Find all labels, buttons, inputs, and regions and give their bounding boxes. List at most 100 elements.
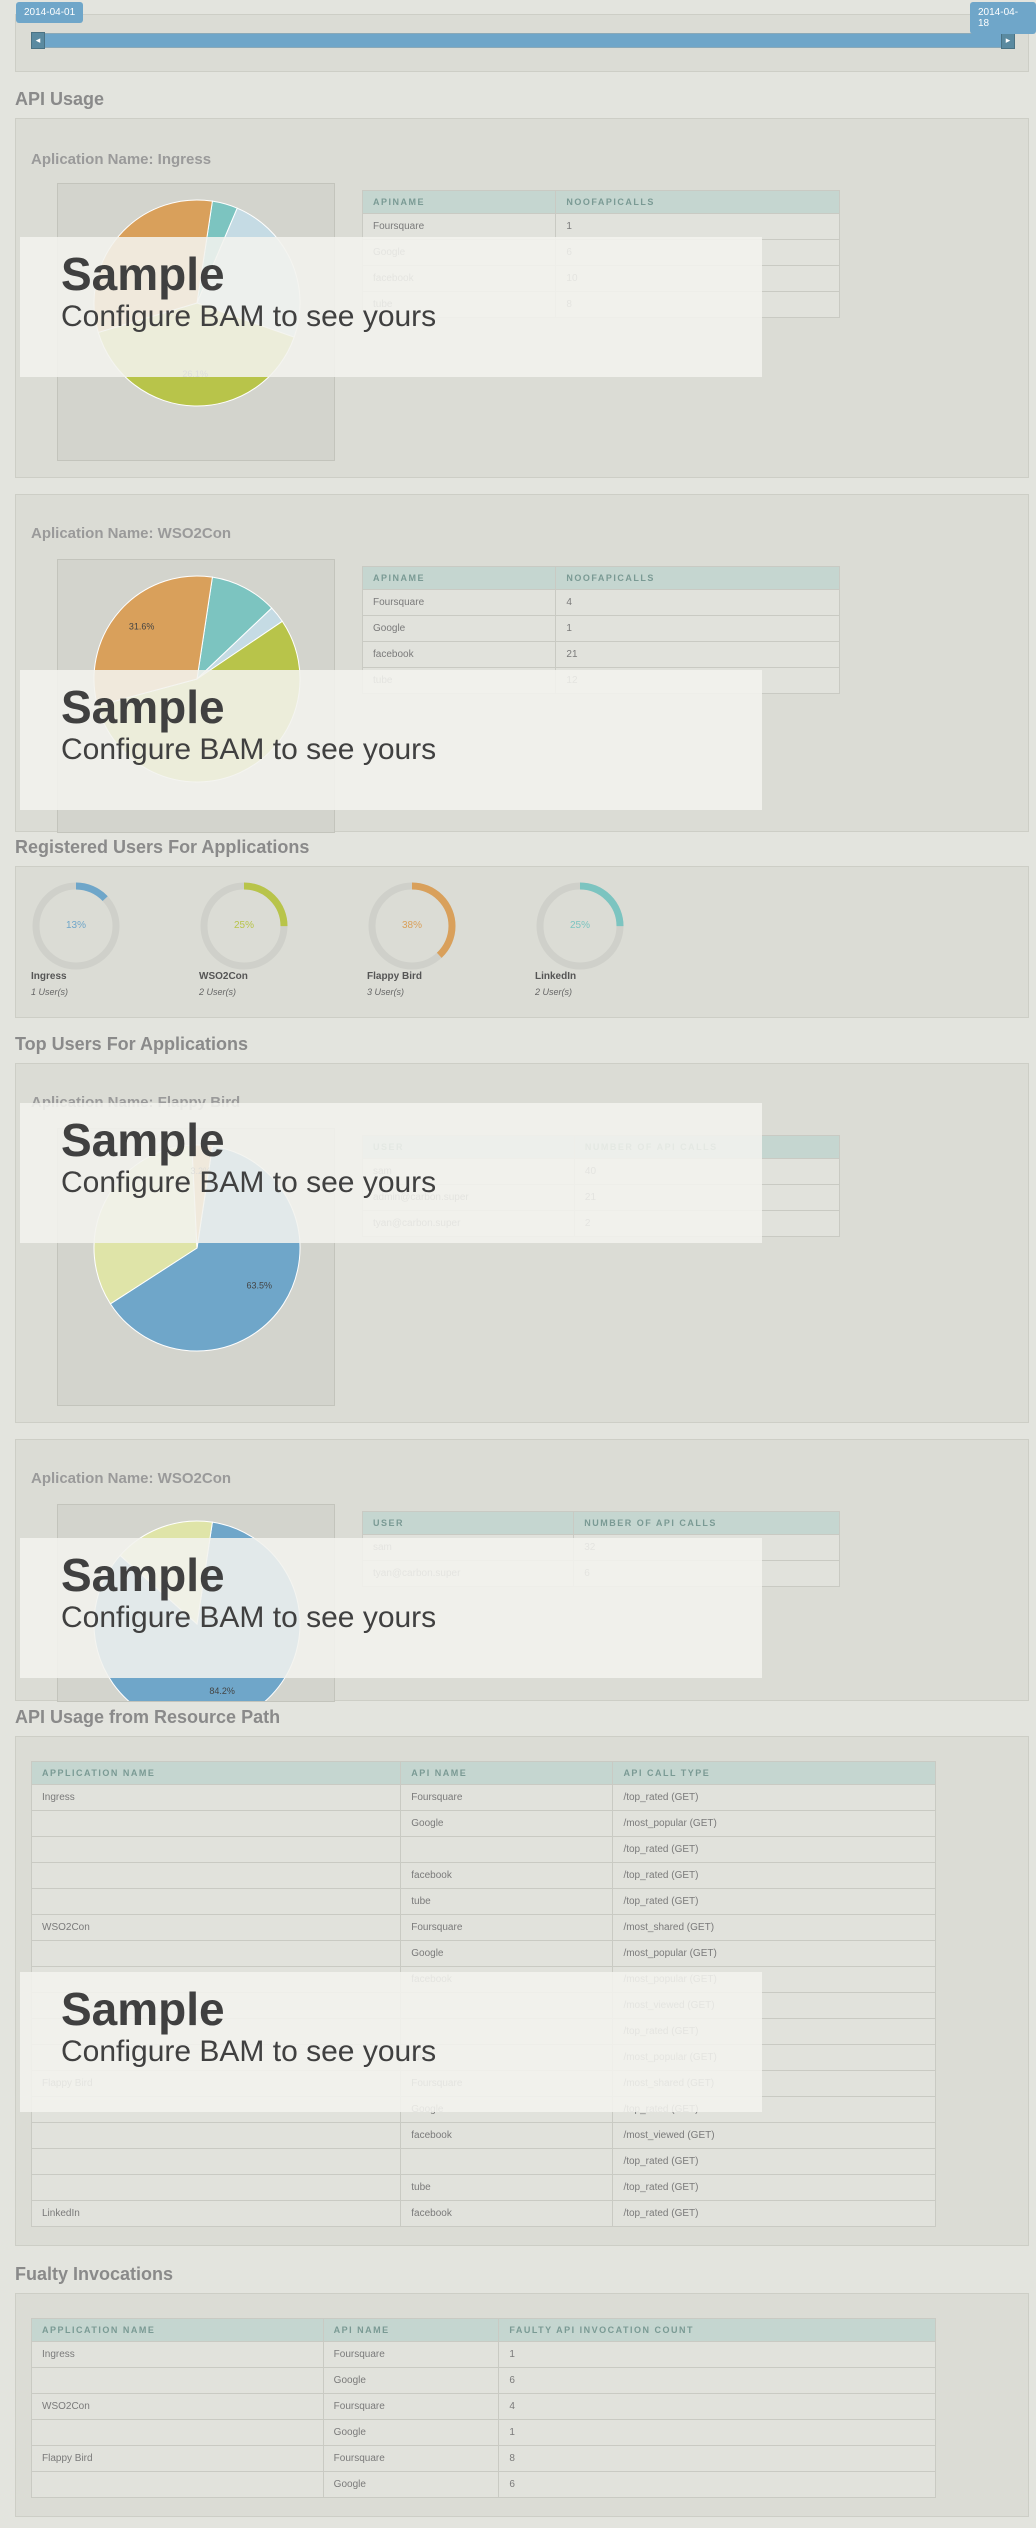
registered-users-panel: 13% Ingress 1 User(s) 25% WSO2Con 2 User(s) 38… [15, 866, 1029, 1018]
sample-overlay: Sample Configure BAM to see yours [20, 1103, 762, 1243]
table-cell: Flappy Bird [31, 2445, 324, 2472]
table-cell: tube [400, 1888, 614, 1915]
table-cell [30, 1810, 402, 1837]
slider-end-handle[interactable]: ▸ [1001, 32, 1015, 49]
table-cell: 1 [555, 615, 840, 642]
pie-label: 84.2% [209, 1686, 235, 1696]
table-cell [30, 2122, 402, 2149]
table-row: LinkedIn facebook/top_rated (GET) [30, 2200, 936, 2227]
date-range-slider[interactable] [32, 33, 1014, 48]
table-row: Google/most_popular (GET) [30, 1940, 936, 1967]
slider-start-handle[interactable]: ◂ [31, 32, 45, 49]
section-title-registered-users: Registered Users For Applications [15, 837, 310, 857]
table-cell: Ingress [31, 2341, 324, 2368]
table-cell: 4 [555, 589, 840, 616]
column-header: NUMBER OF API CALLS [573, 1511, 840, 1535]
table-cell: /top_rated (GET) [612, 2200, 936, 2227]
app-name: WSO2Con [199, 971, 248, 982]
table-cell: /top_rated (GET) [612, 1888, 936, 1915]
table-cell: /most_shared (GET) [612, 1914, 936, 1941]
donut-percent: 25% [569, 920, 590, 931]
pie-label: 31.6% [129, 622, 155, 632]
table-cell: 6 [498, 2471, 936, 2498]
app-name: LinkedIn [535, 971, 577, 982]
table-cell: Foursquare [322, 2393, 500, 2420]
column-header: FAULTY API INVOCATION COUNT [498, 2318, 936, 2342]
column-header: API CALL TYPE [612, 1761, 936, 1785]
table-cell: Google [322, 2419, 500, 2446]
section-title-faulty: Fualty Invocations [15, 2264, 174, 2284]
table-cell: facebook [400, 1862, 614, 1889]
table-cell [31, 2471, 324, 2498]
table-row: Ingress Foursquare 1 [31, 2341, 936, 2368]
table-row: Foursquare 1 [361, 213, 840, 240]
table-cell: Foursquare [322, 2341, 500, 2368]
app-name: Ingress [31, 971, 67, 982]
donut-percent: 38% [401, 920, 422, 931]
table-cell: Foursquare [400, 1914, 614, 1941]
sample-overlay: Sample Configure BAM to see yours [20, 1538, 762, 1678]
table-row: facebook/most_viewed (GET) [30, 2122, 936, 2149]
table-cell: 1 [498, 2341, 936, 2368]
table-row: Google6 [31, 2367, 936, 2394]
slider-start-label: 2014-04-01 [16, 2, 84, 23]
table-cell [30, 1836, 402, 1863]
sample-overlay: Sample Configure BAM to see yours [20, 1972, 762, 2112]
slider-end-label: 2014-04-18 [970, 2, 1036, 34]
column-header: USER [361, 1511, 575, 1535]
column-header: APINAME [361, 566, 557, 590]
table-row: /top_rated (GET) [30, 2148, 936, 2175]
user-count: 2 User(s) [199, 987, 237, 997]
table-row: Ingress Foursquare/top_rated (GET) [30, 1784, 936, 1811]
column-header: API NAME [400, 1761, 614, 1785]
table-cell [30, 1940, 402, 1967]
table-cell: 4 [498, 2393, 936, 2420]
table-cell [31, 2419, 324, 2446]
table-cell: WSO2Con [31, 2393, 324, 2420]
table-row: Google 1 [361, 615, 840, 642]
table-cell: facebook [400, 2122, 614, 2149]
section-title-api-usage: API Usage [15, 89, 105, 109]
table-cell: Google [322, 2367, 500, 2394]
table-cell [400, 1836, 614, 1863]
table-cell: facebook [400, 2200, 614, 2227]
app-name: Aplication Name: WSO2Con [31, 1470, 232, 1487]
table-cell: 8 [498, 2445, 936, 2472]
faulty-table: APPLICATION NAME API NAME FAULTY API INVOC… [31, 2318, 936, 2498]
donut-percent: 25% [233, 920, 254, 931]
table-cell: Foursquare [322, 2445, 500, 2472]
table-cell: /most_popular (GET) [612, 1810, 936, 1837]
app-name: Aplication Name: Ingress [31, 151, 212, 168]
table-cell: /top_rated (GET) [612, 1836, 936, 1863]
table-row: WSO2Con Foursquare 4 [31, 2393, 936, 2420]
table-cell: /top_rated (GET) [612, 1784, 936, 1811]
table-cell [30, 1888, 402, 1915]
app-name: Flappy Bird [367, 971, 423, 982]
table-cell: LinkedIn [30, 2200, 402, 2227]
table-cell: Foursquare [361, 589, 557, 616]
table-cell: 1 [498, 2419, 936, 2446]
pie-label: 63.5% [247, 1280, 273, 1290]
table-cell [31, 2367, 324, 2394]
table-cell: Google [361, 615, 557, 642]
table-cell: 21 [555, 641, 840, 668]
column-header: APPLICATION NAME [31, 2318, 324, 2342]
table-cell: Foursquare [361, 213, 557, 240]
table-row: tube/top_rated (GET) [30, 1888, 936, 1915]
table-row: Google 1 [31, 2419, 936, 2446]
table-cell: 1 [555, 213, 840, 240]
table-row: tube/top_rated (GET) [30, 2174, 936, 2201]
table-row: facebook 21 [361, 641, 840, 668]
user-count: 2 User(s) [535, 987, 573, 997]
table-row: Google6 [31, 2471, 936, 2498]
table-cell: /top_rated (GET) [612, 2148, 936, 2175]
table-row: facebook/top_rated (GET) [30, 1862, 936, 1889]
table-row: Foursquare 4 [361, 589, 840, 616]
faulty-panel: APPLICATION NAME API NAME FAULTY API INVOC… [15, 2293, 1029, 2517]
column-header: NOOFAPICALLS [555, 190, 840, 214]
sample-overlay: Sample Configure BAM to see yours [20, 237, 762, 377]
column-header: APINAME [361, 190, 557, 214]
column-header: APPLICATION NAME [30, 1761, 402, 1785]
table-row: /top_rated (GET) [30, 1836, 936, 1863]
table-cell [30, 2174, 402, 2201]
